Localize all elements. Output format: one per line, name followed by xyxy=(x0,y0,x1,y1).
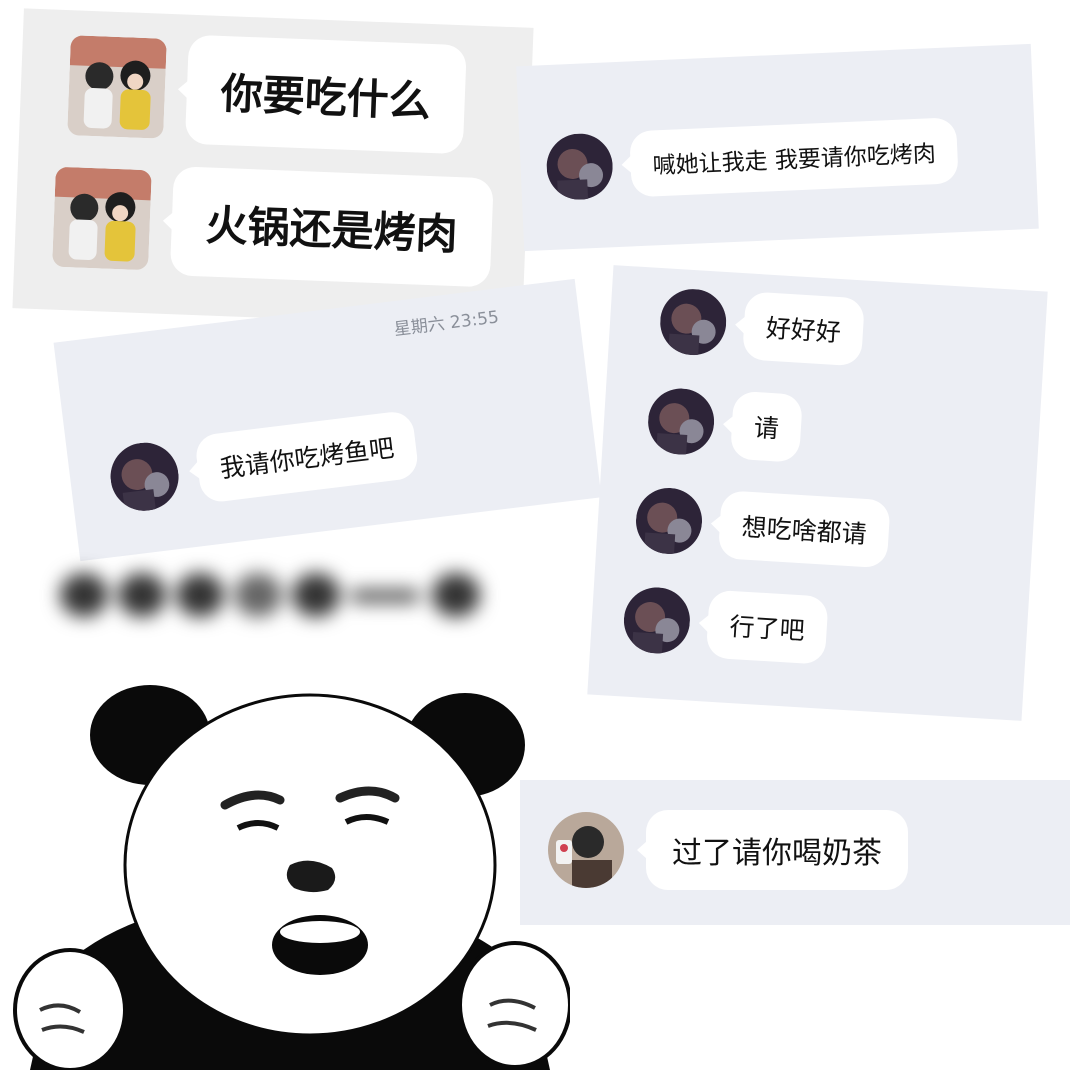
message-row: 你要吃什么 xyxy=(67,30,467,155)
message-row: 行了吧 xyxy=(621,584,829,665)
message-row: 我请你吃烤鱼吧 xyxy=(106,409,420,515)
avatar-icon[interactable] xyxy=(52,166,152,270)
message-bubble[interactable]: 过了请你喝奶茶 xyxy=(637,810,908,890)
avatar-icon[interactable] xyxy=(621,585,692,656)
avatar-photo-icon xyxy=(67,34,167,139)
avatar-icon[interactable] xyxy=(646,386,717,457)
avatar-photo-icon xyxy=(634,486,704,556)
message-row: 火锅还是烤肉 xyxy=(52,162,494,288)
avatar-photo-icon xyxy=(621,585,692,656)
message-bubble[interactable]: 请 xyxy=(729,390,803,463)
chat-snippet-bottom-right: 过了请你喝奶茶 xyxy=(520,780,1070,925)
panda-meme-sticker-icon xyxy=(13,685,570,1070)
blurred-message-strip xyxy=(60,565,510,625)
chat-snippet-top-right: 喊她让我走 我要请你吃烤肉 xyxy=(516,43,1039,252)
message-row: 请 xyxy=(646,386,803,463)
message-bubble[interactable]: 喊她让我走 我要请你吃烤肉 xyxy=(629,117,960,198)
chat-snippet-top-left: 你要吃什么 火锅还是烤肉 xyxy=(12,8,534,328)
message-bubble[interactable]: 火锅还是烤肉 xyxy=(169,166,494,288)
avatar-photo-icon xyxy=(52,166,152,270)
avatar-photo-icon xyxy=(545,132,615,202)
chat-snippet-right: 好好好 请 想吃啥都请 行了吧 xyxy=(587,265,1048,721)
message-bubble[interactable]: 我请你吃烤鱼吧 xyxy=(194,409,420,504)
avatar-icon[interactable] xyxy=(545,132,615,202)
chat-snippet-mid-left: 星期六 23:55 我请你吃烤鱼吧 xyxy=(53,278,602,562)
avatar-photo-icon xyxy=(658,287,729,358)
message-bubble[interactable]: 行了吧 xyxy=(705,589,829,665)
message-timestamp: 星期六 23:55 xyxy=(392,307,500,341)
avatar-icon[interactable] xyxy=(67,34,167,139)
message-row: 想吃啥都请 xyxy=(634,485,891,569)
avatar-icon[interactable] xyxy=(106,438,183,515)
message-bubble[interactable]: 你要吃什么 xyxy=(184,34,467,155)
message-row: 过了请你喝奶茶 xyxy=(548,810,908,890)
avatar-icon[interactable] xyxy=(634,486,704,556)
avatar-photo-icon xyxy=(646,386,717,457)
message-row: 喊她让我走 我要请你吃烤肉 xyxy=(545,117,960,202)
message-bubble[interactable]: 想吃啥都请 xyxy=(717,490,891,569)
message-row: 好好好 xyxy=(658,286,865,367)
message-bubble[interactable]: 好好好 xyxy=(742,291,865,367)
avatar-icon[interactable] xyxy=(658,287,729,358)
collage-canvas: 你要吃什么 火锅还是烤肉 喊她让我走 我要请你吃烤肉 星期六 23:55 我请你… xyxy=(0,0,1080,1080)
avatar-photo-icon xyxy=(106,438,183,515)
